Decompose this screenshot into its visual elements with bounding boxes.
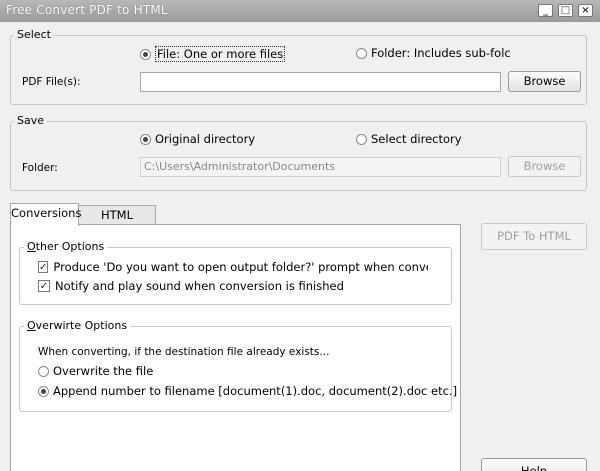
radio-original-directory[interactable]: Original directory	[140, 132, 255, 146]
folder-label: Folder:	[22, 162, 58, 174]
check-play-sound-label: Notify and play sound when conversion is…	[55, 279, 344, 293]
folder-browse-button[interactable]: Browse	[508, 156, 581, 177]
radio-file-indicator	[140, 48, 151, 60]
radio-append-number[interactable]: Append number to filename [document(1).d…	[38, 384, 457, 398]
radio-append-indicator	[38, 385, 49, 397]
radio-select-label: Select directory	[371, 132, 462, 146]
check-play-sound[interactable]: ✓ Notify and play sound when conversion …	[38, 279, 344, 293]
maximize-button[interactable]: □	[558, 4, 573, 17]
close-button[interactable]: ×	[578, 4, 593, 17]
radio-append-label: Append number to filename [document(1).d…	[53, 384, 458, 398]
pdf-files-input[interactable]	[140, 72, 501, 92]
window-title: Free Convert PDF to HTML	[6, 3, 168, 17]
radio-folder-label: Folder: Includes sub-folc	[371, 46, 511, 60]
select-group-legend: Select	[14, 28, 54, 41]
radio-file[interactable]: File: One or more files	[140, 46, 286, 62]
folder-input[interactable]: C:\Users\Administrator\Documents	[140, 157, 501, 177]
check-open-folder-label: Produce 'Do you want to open output fold…	[53, 260, 428, 274]
pdf-browse-button[interactable]: Browse	[508, 71, 581, 92]
radio-select-directory[interactable]: Select directory	[356, 132, 462, 146]
radio-folder-indicator	[356, 47, 367, 59]
radio-select-indicator	[356, 133, 367, 145]
minimize-button[interactable]: _	[538, 4, 553, 17]
pdf-to-html-button[interactable]: PDF To HTML	[481, 223, 587, 250]
other-options-legend: Other Options	[24, 240, 108, 253]
radio-file-label: File: One or more files	[155, 46, 286, 62]
save-group	[10, 121, 587, 191]
check-open-folder-box: ✓	[38, 261, 49, 273]
overwrite-description: When converting, if the destination file…	[38, 346, 330, 358]
check-play-sound-box: ✓	[38, 280, 50, 292]
radio-overwrite-indicator	[38, 365, 49, 377]
radio-original-indicator	[140, 133, 151, 145]
check-open-folder-prompt[interactable]: ✓ Produce 'Do you want to open output fo…	[38, 260, 428, 274]
title-bar: Free Convert PDF to HTML _ □ ×	[0, 0, 600, 22]
help-button[interactable]: Help	[481, 458, 587, 471]
radio-overwrite-label: Overwrite the file	[53, 364, 154, 378]
pdf-files-label: PDF File(s):	[22, 76, 81, 88]
other-options-group	[19, 247, 452, 305]
app-window: Free Convert PDF to HTML _ □ × Select Fi…	[0, 0, 600, 471]
tab-conversions[interactable]: Conversions	[10, 203, 81, 226]
radio-original-label: Original directory	[155, 132, 256, 146]
tab-html-options[interactable]: HTML Options	[78, 205, 156, 241]
radio-folder[interactable]: Folder: Includes sub-folc	[356, 46, 511, 60]
save-group-legend: Save	[14, 114, 48, 127]
overwrite-options-legend: Overwirte Options	[24, 319, 131, 332]
radio-overwrite-file[interactable]: Overwrite the file	[38, 364, 153, 378]
